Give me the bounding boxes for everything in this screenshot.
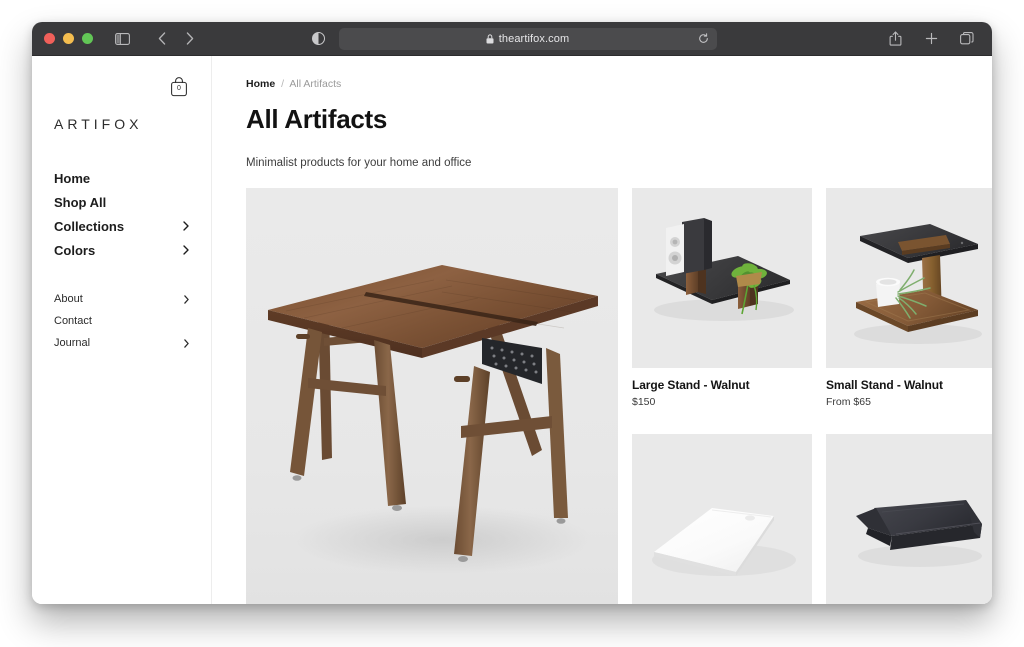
site-sidebar: 0 ARTIFOX Home Shop All Collections Colo… xyxy=(32,56,212,604)
tab-overview-icon[interactable] xyxy=(954,28,980,50)
sidebar-item-collections[interactable]: Collections xyxy=(32,214,211,238)
product-info: Large Stand - Walnut $150 xyxy=(632,368,812,408)
product-card-large-stand[interactable]: Large Stand - Walnut $150 xyxy=(632,188,812,408)
product-image-small-stand-walnut xyxy=(826,188,992,368)
page-content: 0 ARTIFOX Home Shop All Collections Colo… xyxy=(32,56,992,604)
chevron-right-icon xyxy=(183,221,189,231)
product-image-white-desk-mat xyxy=(632,434,812,604)
nav-label: Collections xyxy=(54,218,125,234)
sidebar-item-shop-all[interactable]: Shop All xyxy=(32,190,211,214)
site-logo[interactable]: ARTIFOX xyxy=(32,116,211,132)
url-text: theartifox.com xyxy=(498,32,570,45)
sidebar-item-about[interactable]: About xyxy=(32,288,211,310)
cart-button[interactable]: 0 xyxy=(169,76,189,98)
zoom-window-button[interactable] xyxy=(82,33,93,44)
back-button[interactable] xyxy=(149,28,175,50)
cart-row: 0 xyxy=(32,76,211,102)
nav-label: Colors xyxy=(54,242,96,258)
navigation-buttons xyxy=(149,28,203,50)
share-icon[interactable] xyxy=(882,28,908,50)
product-info: Small Stand - Walnut From $65 xyxy=(826,368,992,408)
breadcrumb-separator: / xyxy=(281,78,285,90)
nav-label: Shop All xyxy=(54,194,107,210)
product-image-walnut-desk xyxy=(246,188,618,604)
lock-icon xyxy=(486,33,494,43)
nav-label: Contact xyxy=(54,315,92,327)
product-card-small-stand[interactable]: Small Stand - Walnut From $65 xyxy=(826,188,992,408)
product-price: From $65 xyxy=(826,396,871,408)
product-image-large-stand-walnut xyxy=(632,188,812,368)
nav-label: Home xyxy=(54,170,91,186)
window-controls xyxy=(44,33,93,44)
sidebar-item-colors[interactable]: Colors xyxy=(32,238,211,262)
page-subtitle: Minimalist products for your home and of… xyxy=(246,157,472,169)
sidebar-item-home[interactable]: Home xyxy=(32,166,211,190)
nav-label: About xyxy=(54,293,83,305)
nav-label: Journal xyxy=(54,337,91,349)
reload-button[interactable] xyxy=(697,32,711,46)
minimize-window-button[interactable] xyxy=(63,33,74,44)
product-name: Small Stand - Walnut xyxy=(826,378,943,392)
product-card-black-tray[interactable] xyxy=(826,434,992,604)
product-image-black-tray-ledge xyxy=(826,434,992,604)
toolbar-right-actions xyxy=(882,28,980,50)
product-grid: Large Stand - Walnut $150 Small Stand - … xyxy=(246,188,992,604)
product-price: $150 xyxy=(632,396,656,408)
product-card-desk[interactable] xyxy=(246,188,618,604)
main-content: Home / All Artifacts All Artifacts Minim… xyxy=(212,56,992,604)
chevron-right-icon xyxy=(184,338,189,348)
breadcrumb-home[interactable]: Home xyxy=(246,78,275,90)
chevron-right-icon xyxy=(183,245,189,255)
forward-button[interactable] xyxy=(177,28,203,50)
sidebar-toggle-icon[interactable] xyxy=(109,28,135,50)
reader-contrast-icon[interactable] xyxy=(308,28,330,50)
breadcrumb-current: All Artifacts xyxy=(289,78,342,90)
close-window-button[interactable] xyxy=(44,33,55,44)
browser-toolbar: theartifox.com xyxy=(32,22,992,56)
secondary-navigation: About Contact Journal xyxy=(32,288,211,354)
page-title: All Artifacts xyxy=(246,104,388,134)
breadcrumb: Home / All Artifacts xyxy=(246,78,972,90)
product-card-white-mat[interactable] xyxy=(632,434,812,604)
sidebar-item-contact[interactable]: Contact xyxy=(32,310,211,332)
new-tab-icon[interactable] xyxy=(918,28,944,50)
chevron-right-icon xyxy=(184,294,189,304)
product-name: Large Stand - Walnut xyxy=(632,378,750,392)
sidebar-item-journal[interactable]: Journal xyxy=(32,332,211,354)
browser-window: theartifox.com 0 ARTIFOX Home Shop All C… xyxy=(32,22,992,604)
address-bar[interactable]: theartifox.com xyxy=(338,27,717,50)
cart-count: 0 xyxy=(177,85,181,92)
primary-navigation: Home Shop All Collections Colors xyxy=(32,166,211,262)
